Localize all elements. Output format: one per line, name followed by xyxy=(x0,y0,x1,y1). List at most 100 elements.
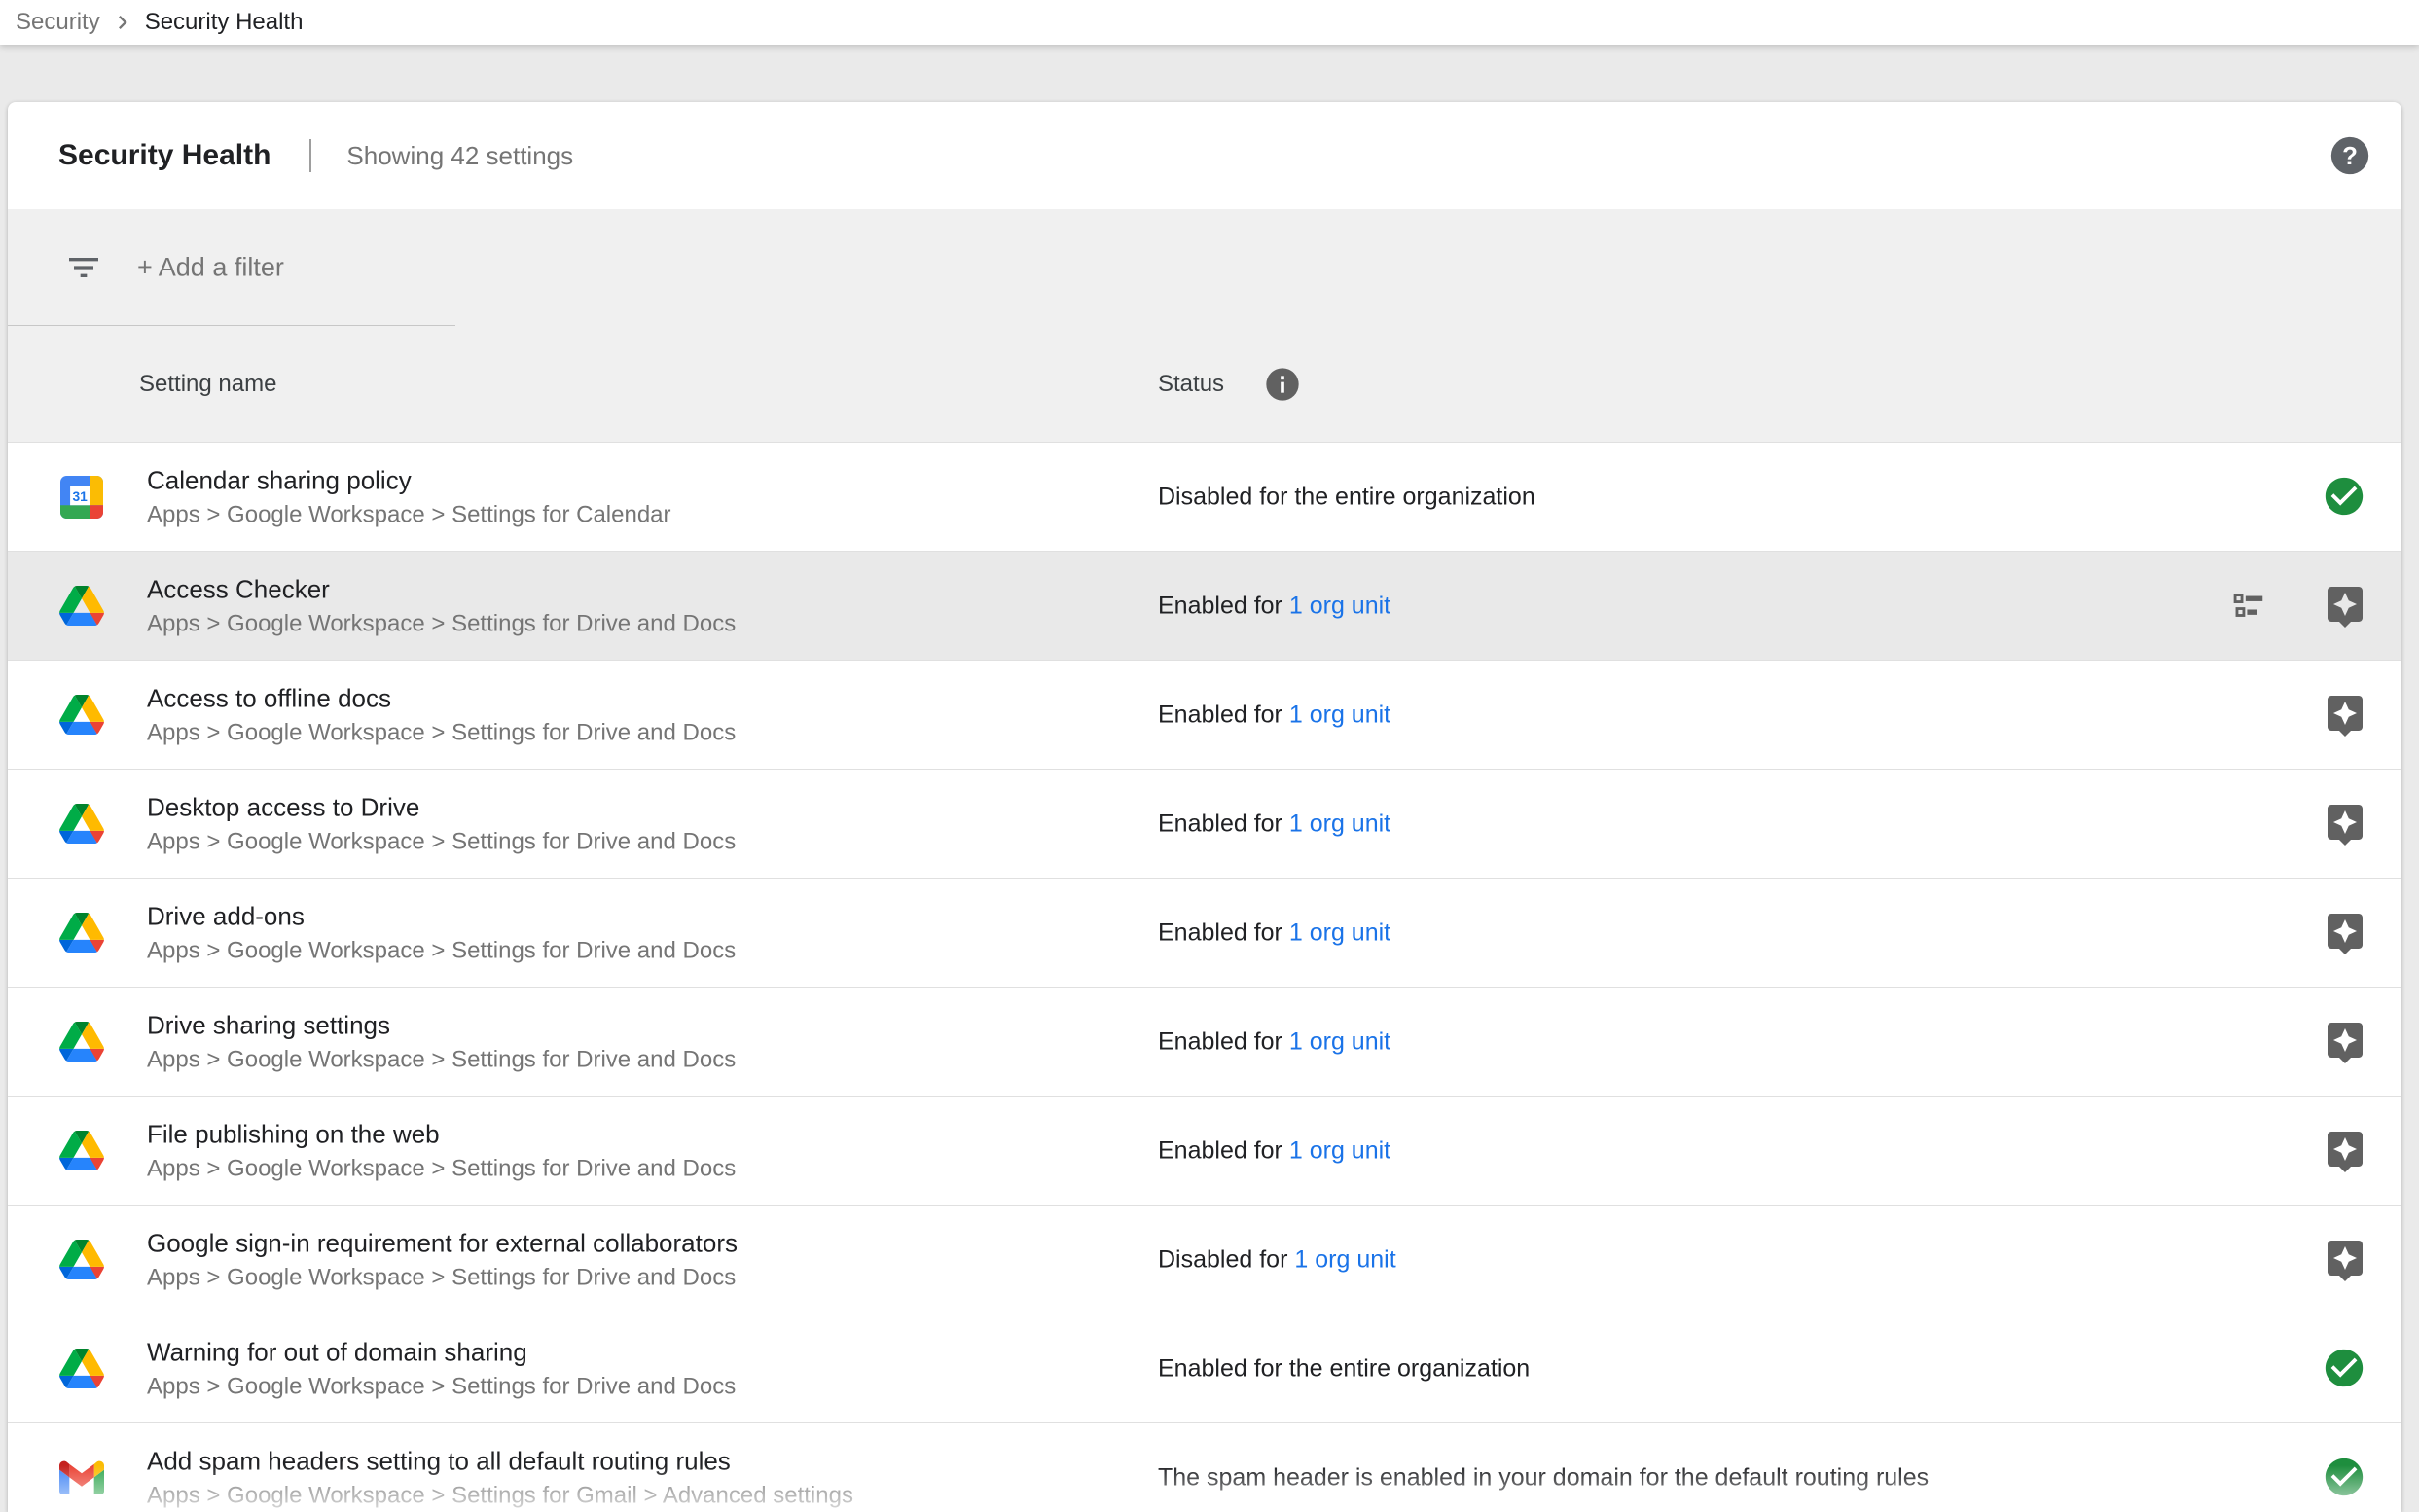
setting-info: Add spam headers setting to all default … xyxy=(147,1443,853,1512)
setting-name: File publishing on the web xyxy=(147,1116,736,1152)
setting-info: Access to offline docs Apps > Google Wor… xyxy=(147,680,736,749)
status-text: Enabled for the entire organization xyxy=(1158,1354,1530,1382)
setting-name: Access to offline docs xyxy=(147,680,736,716)
setting-info: Calendar sharing policy Apps > Google Wo… xyxy=(147,462,671,531)
security-health-card: Security Health Showing 42 settings ? + … xyxy=(8,102,2401,1512)
table-row[interactable]: Drive add-ons Apps > Google Workspace > … xyxy=(8,879,2401,988)
setting-path: Apps > Google Workspace > Settings for D… xyxy=(147,1152,736,1185)
setting-info: Google sign-in requirement for external … xyxy=(147,1225,738,1294)
setting-info: Desktop access to Drive Apps > Google Wo… xyxy=(147,789,736,858)
status-ok-icon xyxy=(2322,1455,2368,1501)
drive-icon xyxy=(56,1344,107,1394)
setting-info: Drive add-ons Apps > Google Workspace > … xyxy=(147,898,736,967)
table-row[interactable]: Drive sharing settings Apps > Google Wor… xyxy=(8,988,2401,1097)
status-cell: Enabled for1 org unit xyxy=(1158,701,1390,729)
org-unit-link[interactable]: 1 org unit xyxy=(1289,592,1390,619)
svg-text:31: 31 xyxy=(73,489,89,504)
setting-path: Apps > Google Workspace > Settings for D… xyxy=(147,1370,736,1403)
org-unit-link[interactable]: 1 org unit xyxy=(1289,701,1390,728)
drive-icon xyxy=(56,1017,107,1067)
status-cell: Disabled for the entire organization xyxy=(1158,483,1535,511)
recommendation-icon[interactable] xyxy=(2322,692,2368,738)
status-cell: Enabled for1 org unit xyxy=(1158,1027,1390,1056)
breadcrumb-current: Security Health xyxy=(145,9,304,36)
recommendation-icon[interactable] xyxy=(2322,1019,2368,1065)
status-text: The spam header is enabled in your domai… xyxy=(1158,1463,1929,1491)
setting-path: Apps > Google Workspace > Settings for C… xyxy=(147,498,671,531)
setting-path: Apps > Google Workspace > Settings for G… xyxy=(147,1479,853,1512)
svg-text:?: ? xyxy=(2342,143,2358,170)
drive-icon xyxy=(56,1126,107,1176)
filter-bar: + Add a filter xyxy=(8,209,2401,326)
setting-info: Drive sharing settings Apps > Google Wor… xyxy=(147,1007,736,1076)
status-ok-icon xyxy=(2322,474,2368,521)
status-ok-icon xyxy=(2322,1346,2368,1392)
status-cell: Disabled for1 org unit xyxy=(1158,1245,1396,1274)
status-cell: Enabled for 1 org unit xyxy=(1158,810,1390,838)
table-row[interactable]: File publishing on the web Apps > Google… xyxy=(8,1097,2401,1206)
status-cell: Enabled for1 org unit xyxy=(1158,1136,1390,1165)
org-unit-link[interactable]: 1 org unit xyxy=(1289,1136,1390,1164)
recommendation-icon[interactable] xyxy=(2322,910,2368,956)
table-row[interactable]: Google sign-in requirement for external … xyxy=(8,1206,2401,1314)
add-filter-button[interactable]: + Add a filter xyxy=(137,253,284,283)
breadcrumb-parent-link[interactable]: Security xyxy=(16,9,100,36)
status-cell: The spam header is enabled in your domai… xyxy=(1158,1463,1929,1492)
column-header-status: Status xyxy=(1158,371,1224,398)
drive-icon xyxy=(56,690,107,740)
table-row[interactable]: 31 Calendar sharing policy Apps > Google… xyxy=(8,443,2401,552)
setting-path: Apps > Google Workspace > Settings for D… xyxy=(147,607,736,640)
column-header-setting-name: Setting name xyxy=(139,371,276,398)
table-row[interactable]: Access to offline docs Apps > Google Wor… xyxy=(8,661,2401,770)
setting-path: Apps > Google Workspace > Settings for D… xyxy=(147,825,736,858)
status-cell: Enabled for1 org unit xyxy=(1158,918,1390,947)
status-text: Disabled for the entire organization xyxy=(1158,483,1535,510)
status-text: Enabled for xyxy=(1158,918,1282,946)
table-row[interactable]: Add spam headers setting to all default … xyxy=(8,1423,2401,1512)
recommendation-icon[interactable] xyxy=(2322,1237,2368,1283)
table-row[interactable]: Access Checker Apps > Google Workspace >… xyxy=(8,552,2401,661)
setting-name: Desktop access to Drive xyxy=(147,789,736,825)
table-body: 31 Calendar sharing policy Apps > Google… xyxy=(8,443,2401,1512)
table-header-row: Setting name Status xyxy=(8,326,2401,442)
org-units-list-icon xyxy=(2230,588,2267,625)
drive-icon xyxy=(56,799,107,849)
table-row[interactable]: Desktop access to Drive Apps > Google Wo… xyxy=(8,770,2401,879)
org-unit-link[interactable]: 1 org unit xyxy=(1289,918,1390,946)
setting-info: File publishing on the web Apps > Google… xyxy=(147,1116,736,1185)
status-cell: Enabled for1 org unit xyxy=(1158,592,1390,620)
drive-icon xyxy=(56,581,107,631)
recommendation-icon[interactable] xyxy=(2322,1128,2368,1174)
setting-name: Calendar sharing policy xyxy=(147,462,671,498)
setting-path: Apps > Google Workspace > Settings for D… xyxy=(147,1261,738,1294)
page-background: Security Health Showing 42 settings ? + … xyxy=(0,102,2419,1512)
status-text: Enabled for xyxy=(1158,810,1282,837)
setting-path: Apps > Google Workspace > Settings for D… xyxy=(147,934,736,967)
setting-path: Apps > Google Workspace > Settings for D… xyxy=(147,1043,736,1076)
setting-name: Warning for out of domain sharing xyxy=(147,1334,736,1370)
setting-info: Warning for out of domain sharing Apps >… xyxy=(147,1334,736,1403)
status-text: Enabled for xyxy=(1158,1136,1282,1164)
status-text: Enabled for xyxy=(1158,1027,1282,1055)
breadcrumb: Security Security Health xyxy=(0,0,2419,45)
org-unit-link[interactable]: 1 org unit xyxy=(1294,1245,1395,1273)
setting-name: Access Checker xyxy=(147,571,736,607)
settings-count: Showing 42 settings xyxy=(346,141,573,171)
info-icon[interactable] xyxy=(1263,365,1302,404)
filter-and-header-section: + Add a filter Setting name Status xyxy=(8,209,2401,443)
org-unit-link[interactable]: 1 org unit xyxy=(1289,1027,1390,1055)
status-text: Disabled for xyxy=(1158,1245,1287,1273)
recommendation-icon[interactable] xyxy=(2322,801,2368,847)
page-title: Security Health xyxy=(58,139,271,172)
gmail-icon xyxy=(56,1453,107,1503)
drive-icon xyxy=(56,1235,107,1285)
recommendation-icon[interactable] xyxy=(2322,583,2368,630)
filter-list-icon[interactable] xyxy=(64,248,103,287)
calendar-icon: 31 xyxy=(56,472,107,522)
status-cell: Enabled for the entire organization xyxy=(1158,1354,1530,1383)
help-icon[interactable]: ? xyxy=(2328,133,2372,178)
table-row[interactable]: Warning for out of domain sharing Apps >… xyxy=(8,1314,2401,1423)
setting-name: Google sign-in requirement for external … xyxy=(147,1225,738,1261)
org-unit-link[interactable]: 1 org unit xyxy=(1289,810,1390,837)
setting-name: Drive sharing settings xyxy=(147,1007,736,1043)
